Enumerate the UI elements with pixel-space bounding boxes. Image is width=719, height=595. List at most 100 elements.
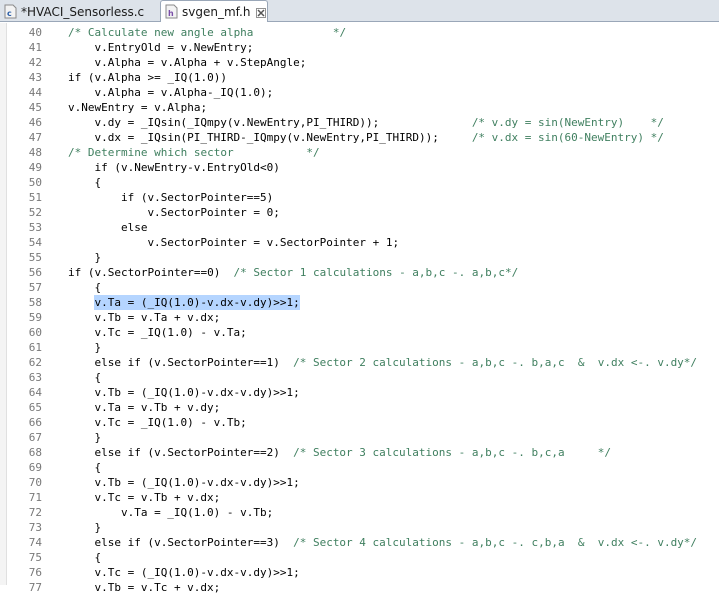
close-icon[interactable] [256, 7, 267, 18]
code-text: } [94, 521, 102, 534]
code-line[interactable]: 76 v.Tc = (_IQ(1.0)-v.dx-v.dy)>>1; [0, 565, 719, 580]
code-text: v.Tc = (_IQ(1.0)-v.dx-v.dy)>>1; [94, 566, 300, 579]
line-number: 66 [28, 416, 42, 429]
code-text: v.Alpha = v.Alpha + v.StepAngle; [94, 56, 307, 69]
code-line[interactable]: 51 if (v.SectorPointer==5) [0, 190, 719, 205]
code-text: v.Alpha = v.Alpha-_IQ(1.0); [94, 86, 274, 99]
code-text: { [94, 551, 102, 564]
code-line[interactable]: 55} [0, 250, 719, 265]
code-text: if (v.SectorPointer==5) [120, 191, 274, 204]
code-comment: /* Sector 2 calculations - a,b,c -. b,a,… [293, 356, 698, 369]
line-number: 54 [28, 236, 42, 249]
line-number: 45 [28, 101, 42, 114]
code-text: v.Tb = (_IQ(1.0)-v.dx-v.dy)>>1; [94, 386, 300, 399]
code-line[interactable]: 64 v.Tb = (_IQ(1.0)-v.dx-v.dy)>>1; [0, 385, 719, 400]
code-comment: /* v.dx = sin(60-NewEntry) */ [471, 131, 664, 144]
line-number: 67 [28, 431, 42, 444]
code-text: v.Ta = (_IQ(1.0)-v.dx-v.dy)>>1; [94, 295, 300, 310]
code-line[interactable]: 67} [0, 430, 719, 445]
code-line[interactable]: 49 if (v.NewEntry-v.EntryOld<0) [0, 160, 719, 175]
line-number: 50 [28, 176, 42, 189]
code-line[interactable]: 41 v.EntryOld = v.NewEntry; [0, 40, 719, 55]
tab-hvaci-sensorless-c[interactable]: c *HVACI_Sensorless.c [0, 1, 158, 22]
code-line[interactable]: 60 v.Tc = _IQ(1.0) - v.Ta; [0, 325, 719, 340]
code-line[interactable]: 46 v.dy = _IQsin(_IQmpy(v.NewEntry,PI_THI… [0, 115, 719, 130]
code-line[interactable]: 75 { [0, 550, 719, 565]
line-number: 40 [28, 26, 42, 39]
code-text: v.Tb = (_IQ(1.0)-v.dx-v.dy)>>1; [94, 476, 300, 489]
code-line[interactable]: 62 else if (v.SectorPointer==1) /* Sector … [0, 355, 719, 370]
code-text: v.Tb = v.Ta + v.dx; [94, 311, 221, 324]
editor-tab-bar: c *HVACI_Sensorless.c h svgen_mf.h [0, 0, 719, 22]
line-number: 73 [28, 521, 42, 534]
line-number: 46 [28, 116, 42, 129]
h-file-icon: h [165, 4, 178, 19]
code-line[interactable]: 72 v.Ta = _IQ(1.0) - v.Tb; [0, 505, 719, 520]
code-line[interactable]: 44 v.Alpha = v.Alpha-_IQ(1.0); [0, 85, 719, 100]
code-line[interactable]: 77 v.Tb = v.Tc + v.dx; [0, 580, 719, 595]
code-line[interactable]: 47 v.dx = _IQsin(PI_THIRD-_IQmpy(v.NewEnt… [0, 130, 719, 145]
code-text: } [94, 341, 102, 354]
code-line[interactable]: 58 v.Ta = (_IQ(1.0)-v.dx-v.dy)>>1; [0, 295, 719, 310]
code-line[interactable]: 48 /* Determine which sector */ [0, 145, 719, 160]
code-text: else if (v.SectorPointer==2) [94, 446, 280, 459]
code-text: v.SectorPointer = 0; [147, 206, 280, 219]
code-line[interactable]: 66 v.Tc = _IQ(1.0) - v.Tb; [0, 415, 719, 430]
line-number: 52 [28, 206, 42, 219]
code-text: if (v.Alpha >= _IQ(1.0)) [68, 71, 227, 84]
code-text: v.Ta = _IQ(1.0) - v.Tb; [120, 506, 274, 519]
line-number: 56 [28, 266, 42, 279]
line-number: 43 [28, 71, 42, 84]
code-line[interactable]: 69 { [0, 460, 719, 475]
code-text: v.dx = _IQsin(PI_THIRD-_IQmpy(v.NewEntry… [94, 131, 439, 144]
code-line[interactable]: 42 v.Alpha = v.Alpha + v.StepAngle; [0, 55, 719, 70]
code-line[interactable]: 54 v.SectorPointer = v.SectorPointer + 1; [0, 235, 719, 250]
line-number: 76 [28, 566, 42, 579]
code-line[interactable]: 63 { [0, 370, 719, 385]
code-comment: /* Calculate new angle alpha */ [68, 26, 347, 39]
code-comment: /* Sector 1 calculations - a,b,c -. a,b,… [233, 266, 519, 279]
code-text: else if (v.SectorPointer==1) [94, 356, 280, 369]
line-number: 53 [28, 221, 42, 234]
line-number: 71 [28, 491, 42, 504]
code-text: { [94, 281, 102, 294]
code-line[interactable]: 43 if (v.Alpha >= _IQ(1.0)) [0, 70, 719, 85]
tab-label: svgen_mf.h [182, 4, 251, 19]
code-line[interactable]: 45 v.NewEntry = v.Alpha; [0, 100, 719, 115]
tab-label: *HVACI_Sensorless.c [21, 4, 145, 19]
code-comment: /* Sector 4 calculations - a,b,c -. c,b,… [293, 536, 698, 549]
code-line[interactable]: 53 else [0, 220, 719, 235]
line-number: 75 [28, 551, 42, 564]
code-line[interactable]: 57 { [0, 280, 719, 295]
code-text: { [94, 461, 102, 474]
code-line[interactable]: 73} [0, 520, 719, 535]
code-line[interactable]: 50 { [0, 175, 719, 190]
code-text: { [94, 176, 102, 189]
code-line[interactable]: 71 v.Tc = v.Tb + v.dx; [0, 490, 719, 505]
code-line[interactable]: 65 v.Ta = v.Tb + v.dy; [0, 400, 719, 415]
code-text: v.Ta = v.Tb + v.dy; [94, 401, 221, 414]
line-number: 51 [28, 191, 42, 204]
line-number: 69 [28, 461, 42, 474]
code-editor[interactable]: 40 /* Calculate new angle alpha */ 41 v.Ent… [0, 23, 719, 594]
code-text: if (v.NewEntry-v.EntryOld<0) [94, 161, 280, 174]
code-text: v.Tc = v.Tb + v.dx; [94, 491, 221, 504]
code-line[interactable]: 56 if (v.SectorPointer==0) /* Sector 1 cal… [0, 265, 719, 280]
line-number: 41 [28, 41, 42, 54]
code-line[interactable]: 74 else if (v.SectorPointer==3) /* Sector … [0, 535, 719, 550]
code-line[interactable]: 52 v.SectorPointer = 0; [0, 205, 719, 220]
code-line[interactable]: 40 /* Calculate new angle alpha */ [0, 25, 719, 40]
code-line[interactable]: 68 else if (v.SectorPointer==2) /* Sector … [0, 445, 719, 460]
svg-text:h: h [168, 9, 174, 18]
code-line[interactable]: 59 v.Tb = v.Ta + v.dx; [0, 310, 719, 325]
code-text: v.NewEntry = v.Alpha; [68, 101, 208, 114]
svg-text:c: c [7, 9, 12, 18]
code-line[interactable]: 70 v.Tb = (_IQ(1.0)-v.dx-v.dy)>>1; [0, 475, 719, 490]
line-number: 57 [28, 281, 42, 294]
line-number: 72 [28, 506, 42, 519]
line-number: 74 [28, 536, 42, 549]
tab-svgen-mf-h[interactable]: h svgen_mf.h [160, 0, 268, 22]
code-text: else [120, 221, 148, 234]
code-line[interactable]: 61} [0, 340, 719, 355]
line-number: 70 [28, 476, 42, 489]
